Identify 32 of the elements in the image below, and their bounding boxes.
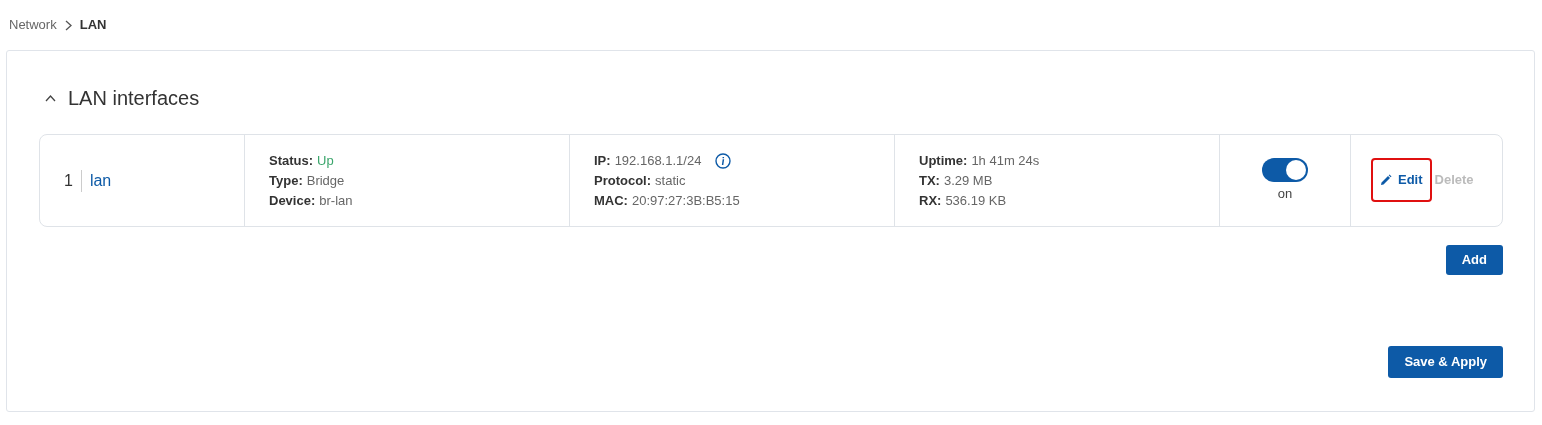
toggle-label: on: [1277, 184, 1293, 203]
save-apply-button[interactable]: Save & Apply: [1388, 346, 1503, 378]
breadcrumb-item[interactable]: Network: [9, 15, 57, 35]
field-label: Type:: [269, 171, 303, 190]
field-value: 20:97:27:3B:B5:15: [631, 191, 740, 210]
breadcrumb-item: LAN: [79, 16, 107, 35]
field-label: Status:: [269, 151, 314, 170]
chevron-right-icon: [64, 19, 72, 31]
field-label: Uptime:: [919, 151, 968, 170]
interface-name-link[interactable]: lan: [81, 168, 112, 193]
pencil-icon: [1380, 173, 1392, 186]
field-value: 192.168.1.1/24: [614, 151, 702, 170]
field-label: TX:: [919, 171, 940, 190]
field-label: Device:: [269, 191, 316, 210]
field-value: 1h 41m 24s: [971, 151, 1040, 170]
toggle-switch[interactable]: [1262, 157, 1308, 182]
field-value: Bridge: [306, 171, 345, 190]
field-label: Protocol:: [594, 171, 652, 190]
info-icon[interactable]: [715, 152, 732, 169]
field-value: 536.19 KB: [945, 191, 1007, 210]
collapse-chevron-icon[interactable]: [45, 94, 56, 102]
field-value: static: [655, 171, 686, 190]
field-value: Up: [317, 151, 334, 170]
row-index: 1: [64, 169, 82, 192]
add-button[interactable]: Add: [1445, 245, 1503, 275]
field-label: RX:: [919, 191, 942, 210]
field-value: 3.29 MB: [943, 171, 993, 190]
edit-button[interactable]: Edit: [1371, 157, 1432, 202]
field-label: MAC:: [594, 191, 628, 210]
field-label: IP:: [594, 151, 611, 170]
section-title: LAN interfaces: [68, 86, 200, 111]
field-value: br-lan: [319, 191, 353, 210]
